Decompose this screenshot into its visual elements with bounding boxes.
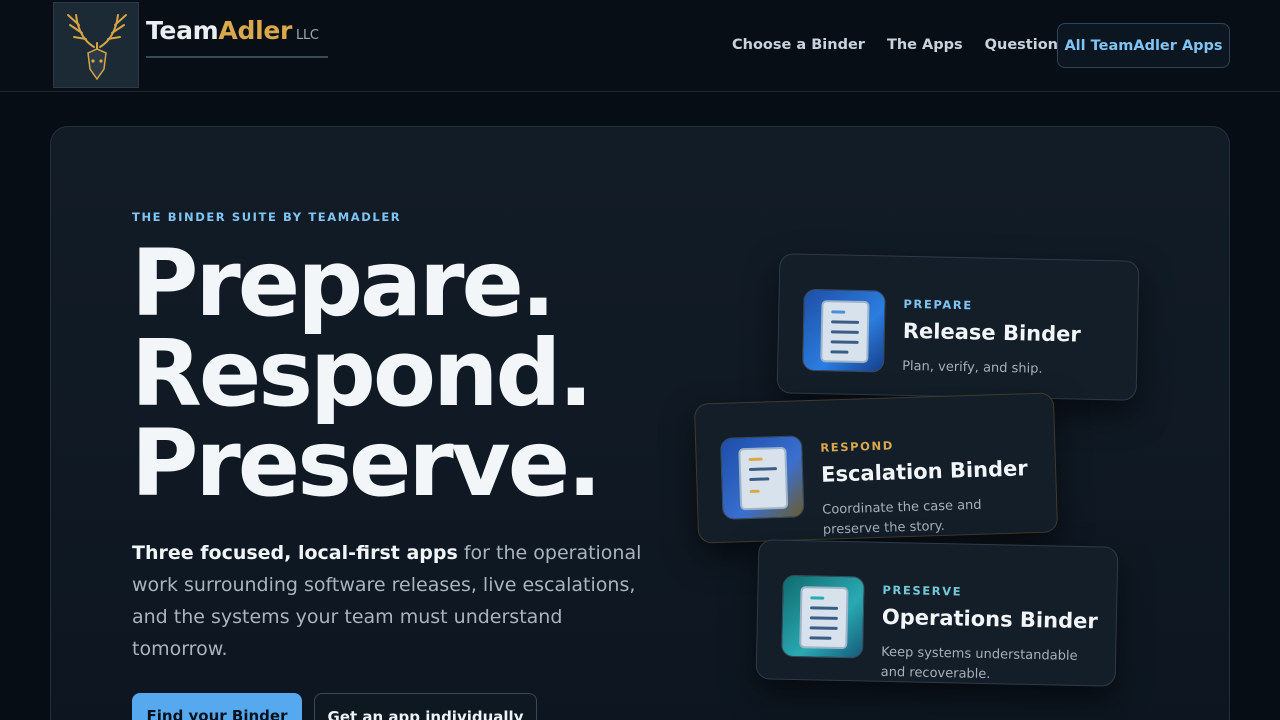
headline-line-3: Preserve. [131, 410, 602, 517]
brand-underline [146, 56, 328, 58]
release-binder-card[interactable]: PREPARE Release Binder Plan, verify, and… [776, 253, 1140, 401]
checklist-icon [802, 288, 886, 373]
get-app-button[interactable]: Get an app individually [314, 693, 537, 720]
card-title: Operations Binder [881, 604, 1098, 634]
card-title: Escalation Binder [820, 456, 1029, 487]
brand-wordmark[interactable]: TeamAdler LLC [146, 16, 319, 45]
card-tag: PREPARE [903, 296, 973, 313]
nav-the-apps[interactable]: The Apps [887, 37, 963, 53]
headline-line-1: Prepare. [131, 230, 556, 337]
card-tag: PRESERVE [882, 582, 963, 599]
escalation-binder-card[interactable]: RESPOND Escalation Binder Coordinate the… [693, 392, 1059, 544]
hero-lede: Three focused, local-first apps for the … [132, 537, 652, 665]
operations-binder-card[interactable]: PRESERVE Operations Binder Keep systems … [755, 539, 1119, 687]
card-desc: Keep systems understandable and recovera… [880, 644, 1078, 683]
stag-logo-icon[interactable] [53, 2, 139, 88]
nav-questions[interactable]: Questions [985, 37, 1067, 53]
card-tag: RESPOND [820, 438, 895, 455]
operations-icon [781, 574, 865, 659]
all-apps-button[interactable]: All TeamAdler Apps [1057, 23, 1230, 68]
hero-headline: Prepare. Respond. Preserve. [131, 230, 602, 517]
brand-name-part2: Adler [218, 16, 293, 45]
site-header: TeamAdler LLC Choose a Binder The Apps Qu… [0, 0, 1280, 92]
headline-line-2: Respond. [131, 320, 593, 427]
card-desc: Coordinate the case and preserve the sto… [822, 497, 982, 538]
brand-suffix: LLC [296, 28, 319, 43]
escalation-icon [719, 435, 805, 520]
card-desc: Plan, verify, and ship. [902, 358, 1043, 377]
brand-name-part1: Team [146, 16, 219, 45]
hero-eyebrow: THE BINDER SUITE BY TEAMADLER [132, 210, 402, 224]
card-title: Release Binder [902, 318, 1081, 347]
main-nav: Choose a Binder The Apps Questions [732, 37, 1089, 53]
find-binder-button[interactable]: Find your Binder [132, 693, 302, 720]
lede-strong: Three focused, local-first apps [132, 542, 458, 564]
nav-choose-a-binder[interactable]: Choose a Binder [732, 37, 865, 53]
